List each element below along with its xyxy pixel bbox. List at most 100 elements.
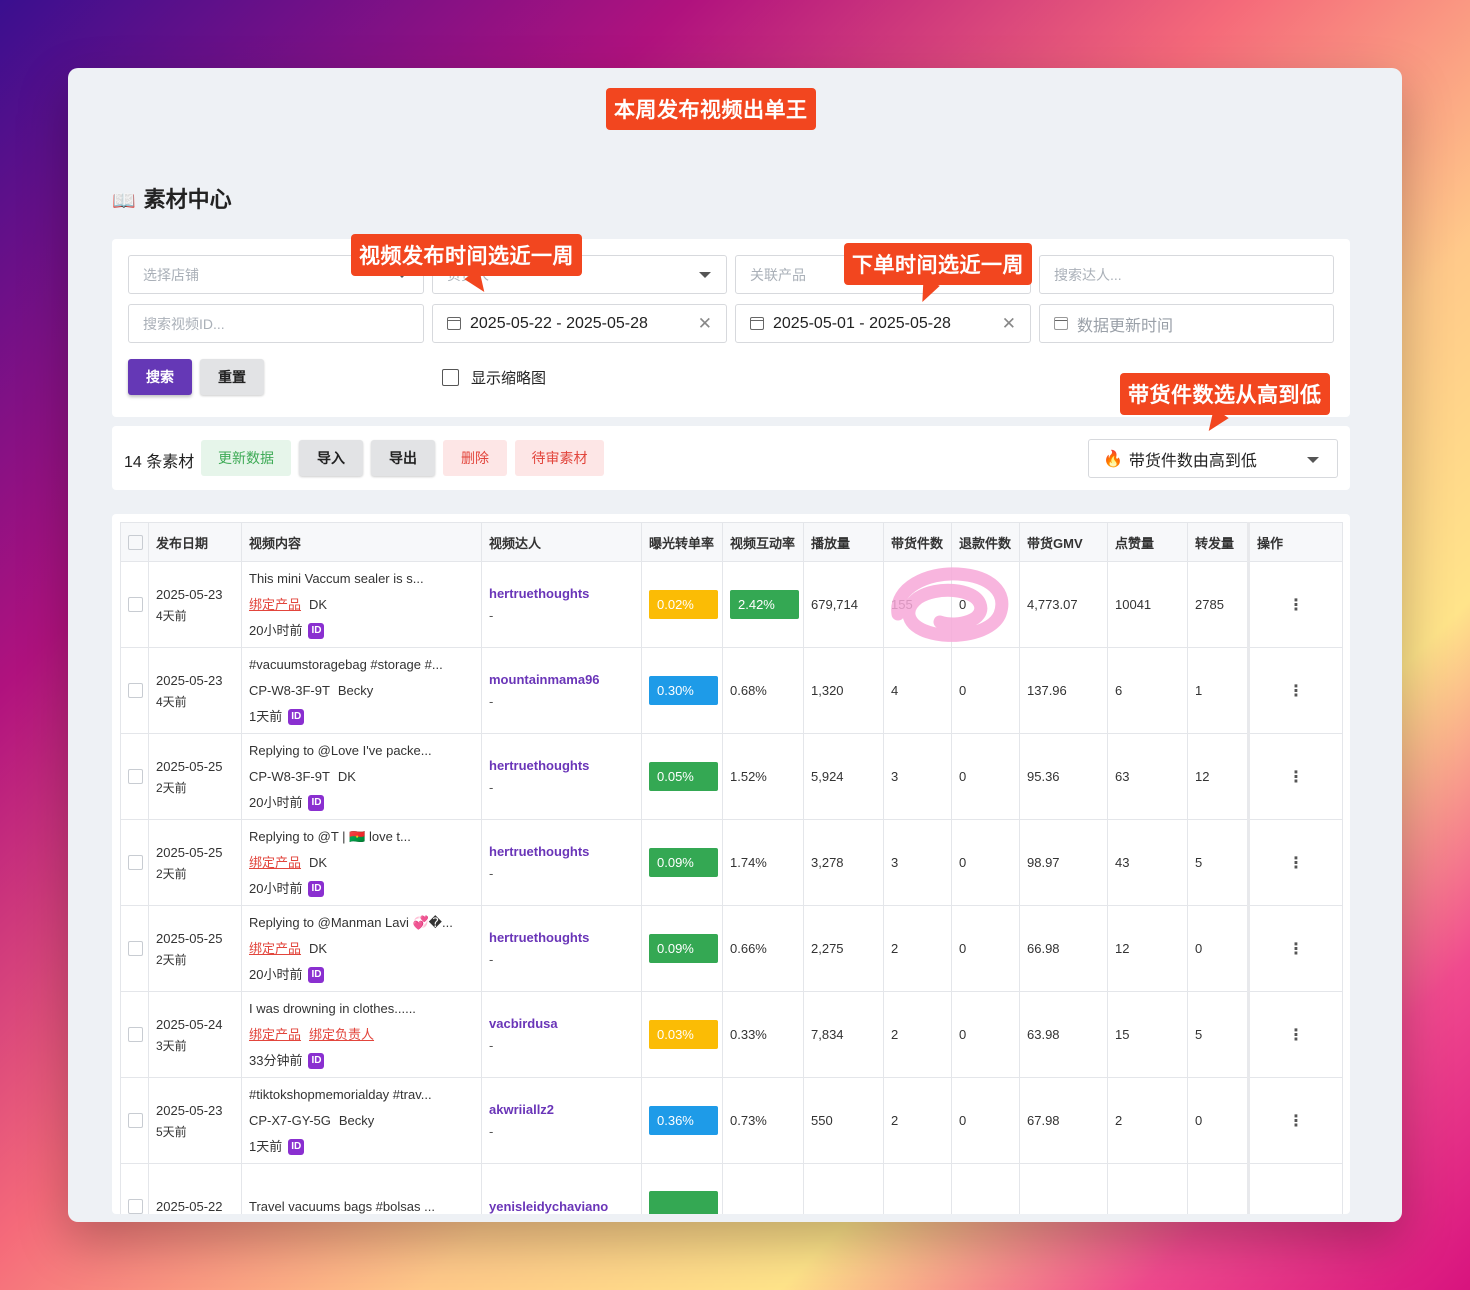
creator-link[interactable]: hertruethoughts — [489, 583, 634, 605]
row-checkbox[interactable] — [128, 1199, 143, 1214]
publish-date-cell: 2025-05-23 4天前 — [148, 647, 242, 734]
bind-product-link[interactable]: 绑定产品 — [249, 1027, 301, 1042]
table-row[interactable]: 2025-05-22 Travel vacuums bags #bolsas .… — [120, 1163, 1343, 1215]
id-icon[interactable]: ID — [308, 967, 325, 984]
bind-product-link[interactable]: 绑定产品 — [249, 941, 301, 956]
delete-button[interactable]: 删除 — [443, 440, 507, 476]
table-row[interactable]: 2025-05-25 2天前 Replying to @Love I've pa… — [120, 733, 1343, 820]
id-icon[interactable]: ID — [288, 709, 305, 726]
publish-date: 2025-05-25 — [156, 758, 223, 774]
table-row[interactable]: 2025-05-24 3天前 I was drowning in clothes… — [120, 991, 1343, 1078]
product-code: CP-X7-GY-5G — [249, 1112, 331, 1128]
gmv-cell: 95.36 — [1019, 733, 1108, 820]
creator-link[interactable]: akwriiallz2 — [489, 1099, 634, 1121]
thumbnail-toggle[interactable]: 显示缩略图 — [442, 367, 546, 388]
video-title[interactable]: This mini Vaccum sealer is s... — [249, 566, 474, 592]
creator-link[interactable]: mountainmama96 — [489, 669, 634, 691]
id-icon[interactable]: ID — [288, 1139, 305, 1156]
export-button[interactable]: 导出 — [371, 440, 435, 476]
publish-ago: 2天前 — [156, 952, 187, 967]
id-icon[interactable]: ID — [308, 623, 325, 640]
row-checkbox[interactable] — [128, 941, 143, 956]
order-date-range[interactable]: 2025-05-01 - 2025-05-28 ✕ — [735, 304, 1031, 343]
creator-search-input[interactable]: 搜索达人... — [1039, 255, 1334, 294]
table-row[interactable]: 2025-05-23 4天前 #vacuumstoragebag #storag… — [120, 647, 1343, 734]
conversion-rate-cell: 0.03% — [641, 991, 723, 1078]
header-gmv[interactable]: 带货GMV — [1019, 522, 1108, 562]
table-body: 2025-05-23 4天前 This mini Vaccum sealer i… — [120, 561, 1343, 1215]
row-select-cell — [120, 905, 149, 992]
pending-materials-button[interactable]: 待审素材 — [515, 440, 604, 476]
row-menu-icon[interactable]: ⋮ — [1247, 561, 1343, 648]
row-checkbox[interactable] — [128, 769, 143, 784]
row-menu-icon[interactable]: ⋮ — [1247, 905, 1343, 992]
creator-link[interactable]: vacbirdusa — [489, 1013, 634, 1035]
video-title[interactable]: Travel vacuums bags #bolsas ... — [249, 1194, 474, 1215]
header-video-content[interactable]: 视频内容 — [241, 522, 482, 562]
interaction-rate: 0.33% — [730, 1027, 767, 1042]
header-creator[interactable]: 视频达人 — [481, 522, 642, 562]
refunds-cell: 0 — [951, 819, 1020, 906]
publish-date-value: 2025-05-22 - 2025-05-28 — [470, 314, 648, 332]
bind-product-link[interactable]: 绑定产品 — [249, 597, 301, 612]
video-title[interactable]: Replying to @T | 🇧🇫 love t... — [249, 824, 474, 850]
creator-link[interactable]: hertruethoughts — [489, 841, 634, 863]
video-title[interactable]: #vacuumstoragebag #storage #... — [249, 652, 474, 678]
clear-icon[interactable]: ✕ — [1002, 314, 1016, 334]
table-row[interactable]: 2025-05-25 2天前 Replying to @T | 🇧🇫 love … — [120, 819, 1343, 906]
sort-select[interactable]: 🔥 带货件数由高到低 — [1088, 439, 1338, 478]
row-menu-icon[interactable]: ⋮ — [1247, 1077, 1343, 1164]
creator-link[interactable]: hertruethoughts — [489, 927, 634, 949]
row-menu-icon[interactable]: ⋮ — [1247, 647, 1343, 734]
publish-date-range[interactable]: 2025-05-22 - 2025-05-28 ✕ — [432, 304, 727, 343]
interaction-rate-cell: 0.66% — [722, 905, 804, 992]
header-interaction-rate[interactable]: 视频互动率 — [722, 522, 804, 562]
header-views[interactable]: 播放量 — [803, 522, 884, 562]
clear-icon[interactable]: ✕ — [698, 314, 712, 334]
header-publish-date[interactable]: 发布日期 — [148, 522, 242, 562]
creator-link[interactable]: hertruethoughts — [489, 755, 634, 777]
thumbnail-checkbox[interactable] — [442, 369, 459, 386]
creator-link[interactable]: yenisleidychaviano — [489, 1196, 634, 1215]
row-menu-icon[interactable]: ⋮ — [1247, 819, 1343, 906]
video-id-input[interactable]: 搜索视频ID... — [128, 304, 424, 343]
interaction-rate-cell: 0.73% — [722, 1077, 804, 1164]
table-row[interactable]: 2025-05-23 5天前 #tiktokshopmemorialday #t… — [120, 1077, 1343, 1164]
calendar-icon — [1054, 317, 1068, 330]
id-icon[interactable]: ID — [308, 1053, 325, 1070]
row-checkbox[interactable] — [128, 597, 143, 612]
id-icon[interactable]: ID — [308, 795, 325, 812]
row-checkbox[interactable] — [128, 1113, 143, 1128]
header-refunds[interactable]: 退款件数 — [951, 522, 1020, 562]
header-units-sold[interactable]: 带货件数 — [883, 522, 952, 562]
row-select-cell — [120, 819, 149, 906]
reset-button[interactable]: 重置 — [200, 359, 264, 395]
bind-product-link[interactable]: 绑定产品 — [249, 855, 301, 870]
row-select-cell — [120, 561, 149, 648]
creator-cell: vacbirdusa - — [481, 991, 642, 1078]
import-button[interactable]: 导入 — [299, 440, 363, 476]
update-time-picker[interactable]: 数据更新时间 — [1039, 304, 1334, 343]
video-title[interactable]: #tiktokshopmemorialday #trav... — [249, 1082, 474, 1108]
header-conversion-rate[interactable]: 曝光转单率 — [641, 522, 723, 562]
creator-sub: - — [489, 779, 494, 795]
select-all-checkbox[interactable] — [128, 534, 143, 550]
row-menu-icon[interactable] — [1247, 1163, 1343, 1214]
row-menu-icon[interactable]: ⋮ — [1247, 991, 1343, 1078]
video-title[interactable]: I was drowning in clothes...... — [249, 996, 474, 1022]
row-checkbox[interactable] — [128, 855, 143, 870]
conversion-rate-cell: 0.09% — [641, 905, 723, 992]
update-data-button[interactable]: 更新数据 — [201, 440, 291, 476]
header-shares[interactable]: 转发量 — [1187, 522, 1249, 562]
bind-owner-link[interactable]: 绑定负责人 — [309, 1027, 374, 1042]
row-checkbox[interactable] — [128, 1027, 143, 1042]
row-checkbox[interactable] — [128, 683, 143, 698]
header-likes[interactable]: 点赞量 — [1107, 522, 1188, 562]
table-row[interactable]: 2025-05-25 2天前 Replying to @Manman Lavi … — [120, 905, 1343, 992]
table-row[interactable]: 2025-05-23 4天前 This mini Vaccum sealer i… — [120, 561, 1343, 648]
video-title[interactable]: Replying to @Manman Lavi 💞�... — [249, 910, 474, 936]
video-title[interactable]: Replying to @Love I've packe... — [249, 738, 474, 764]
search-button[interactable]: 搜索 — [128, 359, 192, 395]
id-icon[interactable]: ID — [308, 881, 325, 898]
row-menu-icon[interactable]: ⋮ — [1247, 733, 1343, 820]
